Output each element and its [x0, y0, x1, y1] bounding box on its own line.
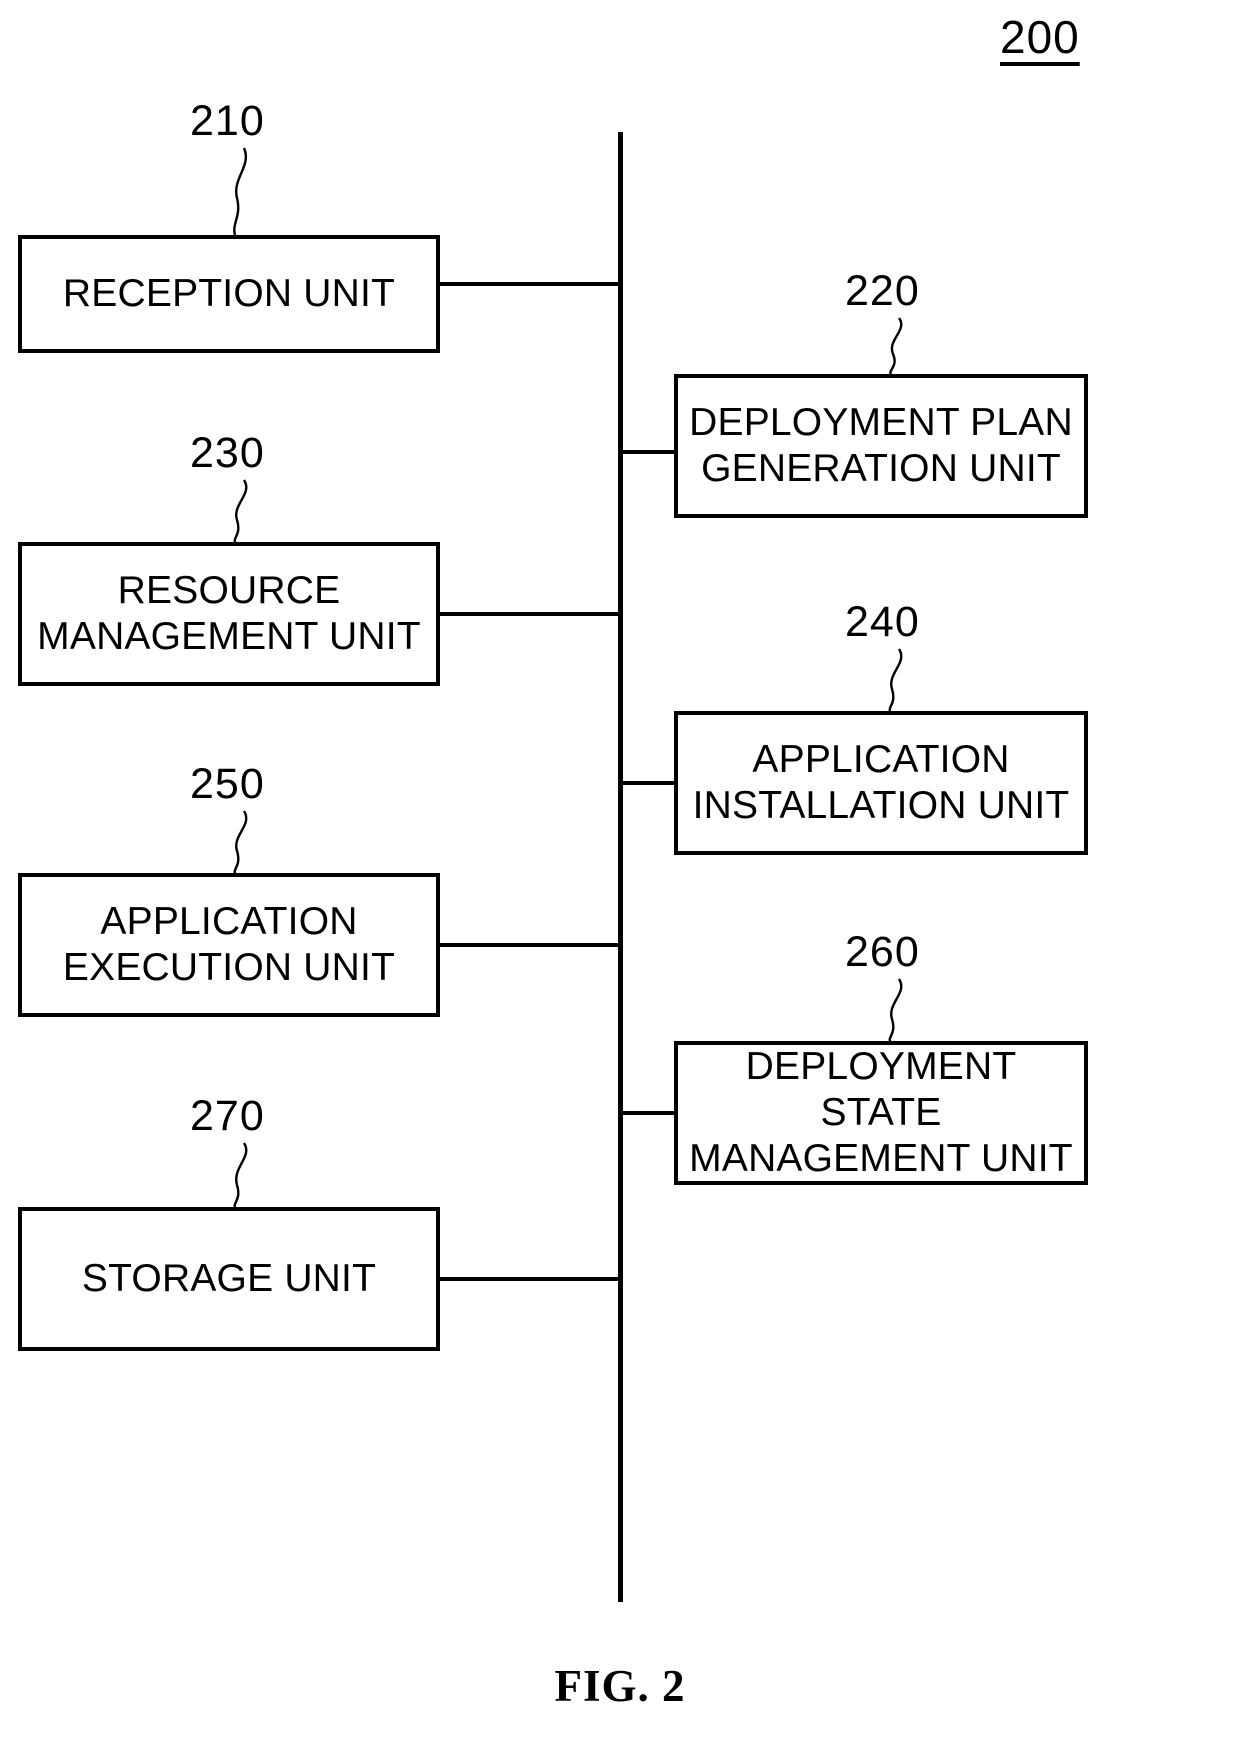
- unit-box-230[interactable]: RESOURCE MANAGEMENT UNIT: [18, 542, 440, 686]
- unit-box-250[interactable]: APPLICATION EXECUTION UNIT: [18, 873, 440, 1017]
- connector-240-to-bus: [620, 781, 678, 785]
- ref-numeral-270: 270: [190, 1092, 265, 1140]
- unit-box-260[interactable]: DEPLOYMENT STATE MANAGEMENT UNIT: [674, 1041, 1088, 1185]
- connector-250-to-bus: [436, 943, 622, 947]
- unit-label-260: DEPLOYMENT STATE MANAGEMENT UNIT: [689, 1044, 1073, 1181]
- leader-line-230: [233, 479, 248, 545]
- leader-line-260: [888, 978, 903, 1044]
- leader-line-270: [233, 1142, 248, 1210]
- ref-numeral-230: 230: [190, 429, 265, 477]
- ref-numeral-220: 220: [845, 267, 920, 315]
- leader-line-210: [233, 147, 247, 239]
- figure-canvas: 200 210 RECEPTION UNIT 220 DEPLOYMENT PL…: [0, 0, 1240, 1748]
- unit-label-230: RESOURCE MANAGEMENT UNIT: [37, 568, 421, 658]
- leader-line-240: [888, 648, 903, 714]
- leader-line-250: [233, 810, 248, 876]
- system-bus-line: [618, 132, 623, 1602]
- ref-numeral-260: 260: [845, 928, 920, 976]
- unit-box-270[interactable]: STORAGE UNIT: [18, 1207, 440, 1351]
- connector-210-to-bus: [436, 282, 622, 286]
- unit-box-220[interactable]: DEPLOYMENT PLAN GENERATION UNIT: [674, 374, 1088, 518]
- unit-label-240: APPLICATION INSTALLATION UNIT: [692, 737, 1070, 827]
- leader-line-220: [889, 317, 903, 377]
- ref-numeral-210: 210: [190, 97, 265, 145]
- connector-270-to-bus: [436, 1277, 622, 1281]
- unit-label-210: RECEPTION UNIT: [62, 271, 396, 315]
- unit-label-250: APPLICATION EXECUTION UNIT: [62, 899, 396, 989]
- system-reference-numeral: 200: [1000, 11, 1080, 63]
- connector-220-to-bus: [620, 450, 678, 454]
- ref-numeral-240: 240: [845, 598, 920, 646]
- connector-260-to-bus: [620, 1111, 678, 1115]
- figure-caption: FIG. 2: [554, 1661, 686, 1711]
- ref-numeral-250: 250: [190, 760, 265, 808]
- unit-box-210[interactable]: RECEPTION UNIT: [18, 235, 440, 353]
- connector-230-to-bus: [436, 612, 622, 616]
- unit-label-270: STORAGE UNIT: [81, 1256, 377, 1300]
- unit-label-220: DEPLOYMENT PLAN GENERATION UNIT: [689, 400, 1073, 490]
- unit-box-240[interactable]: APPLICATION INSTALLATION UNIT: [674, 711, 1088, 855]
